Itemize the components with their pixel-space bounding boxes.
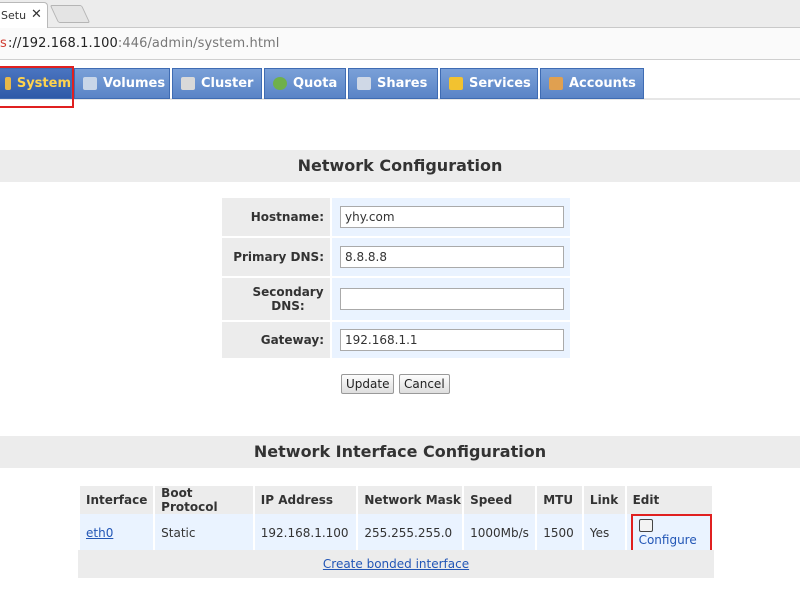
hostname-cell [330,198,570,236]
column-header: Link [583,486,625,514]
primary-dns-label: Primary DNS: [222,238,330,276]
column-header: MTU [537,486,582,514]
gateway-field[interactable] [340,329,564,351]
primary-dns-cell [330,238,570,276]
column-header: Edit [626,486,712,514]
close-icon[interactable]: ✕ [31,7,42,22]
tab-cluster[interactable]: Cluster [172,68,262,99]
address-bar[interactable]: s ://192.168.1.100:446/admin/system.html [0,28,800,60]
primary-dns-field[interactable] [340,246,564,268]
tab-services[interactable]: Services [440,68,538,99]
url-host: ://192.168.1.100 [8,36,118,51]
tab-quota[interactable]: Quota [264,68,346,99]
column-header: Boot Protocol [155,486,253,514]
tab-services-label: Services [469,76,531,91]
secondary-dns-row: Secondary DNS: [222,278,570,320]
gateway-label: Gateway: [222,322,330,358]
url-path: :446/admin/system.html [117,36,280,51]
interface-config-header: Network Interface Configuration [0,436,800,468]
gateway-row: Gateway: [222,322,570,358]
boot-protocol-cell: Static [155,514,253,552]
browser-tab[interactable]: Setu ✕ [0,2,48,29]
interface-cell: eth0 [80,514,154,552]
tab-accounts[interactable]: Accounts [540,68,644,99]
interface-table: Interface Boot Protocol IP Address Netwo… [78,486,714,552]
cancel-button[interactable]: Cancel [399,374,450,394]
tab-shares[interactable]: Shares [348,68,438,99]
primary-dns-row: Primary DNS: [222,238,570,276]
hostname-label: Hostname: [222,198,330,236]
address-url[interactable]: ://192.168.1.100:446/admin/system.html [8,36,280,51]
link-cell: Yes [583,514,625,552]
edit-cell: Configure [626,514,712,552]
table-row: eth0 Static 192.168.1.100 255.255.255.0 … [80,514,712,552]
tab-accounts-label: Accounts [569,76,636,91]
browser-tab-title: Setu [1,9,27,22]
system-tab-highlight [0,66,74,108]
hostname-row: Hostname: [222,198,570,236]
tab-volumes-label: Volumes [103,76,166,91]
secondary-dns-cell [330,278,570,320]
column-header: Interface [80,486,154,514]
configure-link[interactable]: Configure [630,514,712,552]
tab-quota-label: Quota [293,76,338,91]
interface-link[interactable]: eth0 [86,526,113,540]
tab-volumes[interactable]: Volumes [74,68,170,99]
browser-tabstrip: Setu ✕ [0,0,800,29]
configure-icon [638,519,653,532]
column-header: Network Mask [358,486,463,514]
speed-cell: 1000Mb/s [464,514,536,552]
services-icon [449,77,463,90]
tab-cluster-label: Cluster [201,76,254,91]
secondary-dns-label: Secondary DNS: [222,278,330,320]
table-header-row: Interface Boot Protocol IP Address Netwo… [80,486,712,514]
volumes-icon [83,77,97,90]
main-nav: System Volumes Cluster Quota Shares Serv… [0,66,800,100]
accounts-icon [549,77,563,90]
tab-shares-label: Shares [377,76,428,91]
secondary-dns-field[interactable] [340,288,564,310]
new-tab-button[interactable] [49,5,91,23]
configure-label: Configure [638,533,697,547]
hostname-field[interactable] [340,206,564,228]
update-button[interactable]: Update [341,374,395,394]
bonded-row: Create bonded interface [78,550,714,578]
network-config-header: Network Configuration [0,150,800,182]
network-mask-cell: 255.255.255.0 [358,514,463,552]
ip-address-cell: 192.168.1.100 [254,514,357,552]
quota-icon [273,77,287,90]
create-bonded-link[interactable]: Create bonded interface [323,557,469,571]
column-header: Speed [464,486,536,514]
gateway-cell [330,322,570,358]
shares-icon [357,77,371,90]
column-header: IP Address [254,486,357,514]
cluster-icon [181,77,195,90]
insecure-indicator: s [0,36,7,51]
mtu-cell: 1500 [537,514,582,552]
